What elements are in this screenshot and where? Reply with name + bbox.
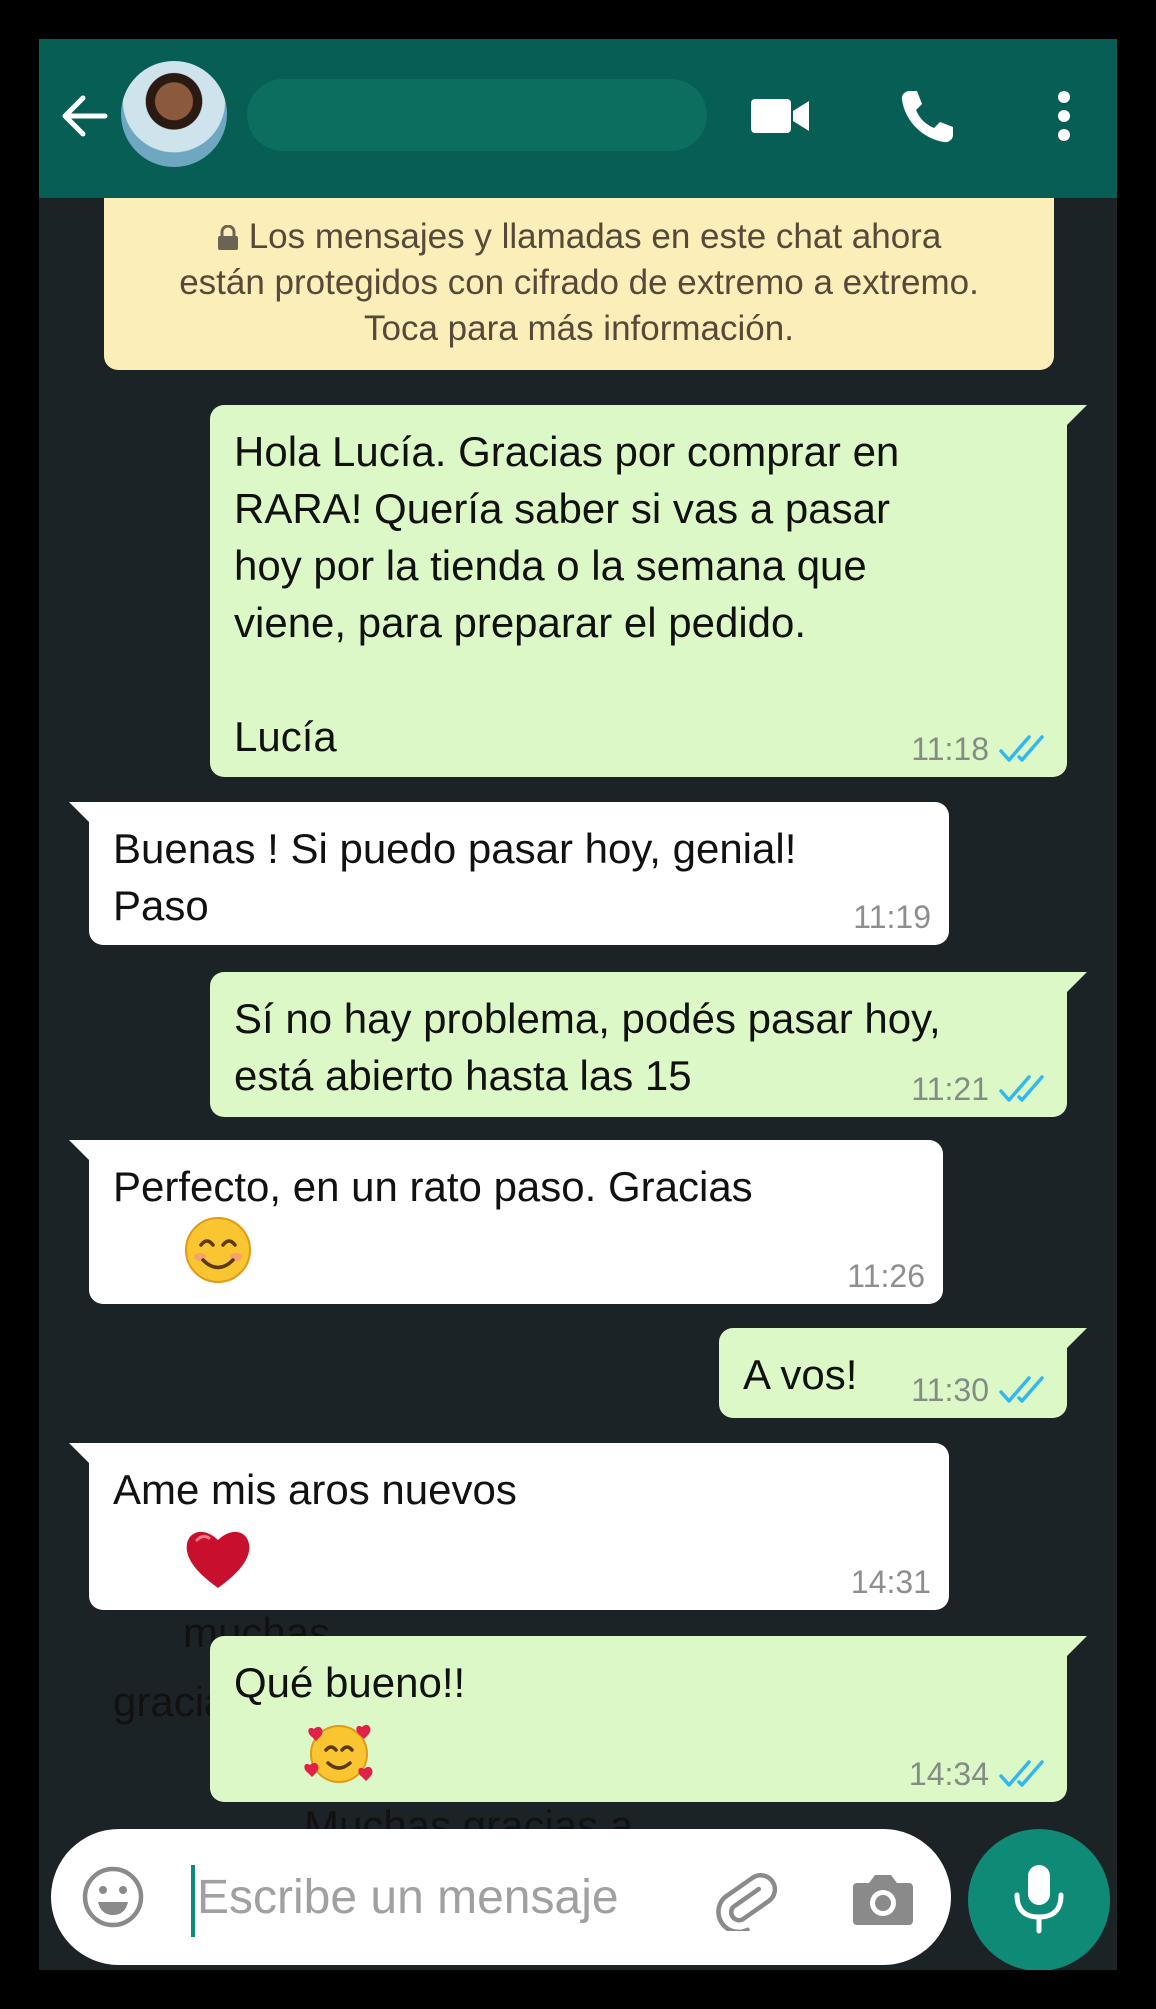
emoji-icon[interactable] (81, 1865, 145, 1929)
message-outgoing[interactable]: Sí no hay problema, podés pasar hoy, est… (210, 972, 1087, 1117)
avatar[interactable] (121, 61, 227, 167)
message-text: Buenas ! Si puedo pasar hoy, genial! Pas… (113, 825, 797, 929)
message-composer (51, 1829, 951, 1965)
voice-record-button[interactable] (968, 1829, 1110, 1970)
lock-icon (217, 225, 238, 250)
double-check-read-icon (999, 1376, 1044, 1403)
mic-icon (1014, 1865, 1064, 1934)
encryption-line-1: Los mensajes y llamadas en este chat aho… (248, 217, 942, 256)
camera-icon[interactable] (851, 1867, 915, 1929)
message-incoming[interactable]: Perfecto, en un rato paso. Gracias 11:26 (69, 1140, 943, 1304)
more-vertical-icon[interactable] (1044, 85, 1084, 147)
video-camera-icon[interactable] (749, 85, 811, 147)
chat-header (39, 39, 1117, 198)
message-time: 14:34 (908, 1756, 989, 1792)
message-time: 11:26 (847, 1258, 925, 1294)
message-text: Hola Lucía. Gracias por comprar en RARA!… (234, 428, 900, 760)
contact-name[interactable] (247, 79, 707, 151)
message-text: Qué bueno!! (234, 1659, 466, 1706)
phone-icon[interactable] (897, 85, 959, 147)
chat-screen: Los mensajes y llamadas en este chat aho… (39, 39, 1117, 1970)
message-incoming[interactable]: Buenas ! Si puedo pasar hoy, genial! Pas… (69, 802, 949, 945)
message-time: 11:30 (911, 1372, 989, 1408)
attach-icon[interactable] (713, 1865, 779, 1931)
smiling-face-icon (185, 1217, 252, 1283)
red-heart-icon (186, 1531, 250, 1588)
double-check-read-icon (999, 1760, 1044, 1787)
message-time: 11:19 (853, 899, 931, 935)
message-outgoing[interactable]: Qué bueno!! Muchas gracias a vos 14:34 (210, 1636, 1087, 1918)
message-outgoing[interactable]: A vos! 11:30 (719, 1328, 1087, 1418)
message-input[interactable] (197, 1857, 617, 1937)
encryption-line-3: Toca para más información. (364, 309, 794, 348)
smiling-face-with-hearts-icon (304, 1724, 373, 1783)
double-check-read-icon (999, 1075, 1044, 1102)
message-incoming[interactable]: Ame mis aros nuevos muchas gracias! 14:3… (69, 1443, 949, 1725)
message-outgoing[interactable]: Hola Lucía. Gracias por comprar en RARA!… (210, 405, 1087, 777)
double-check-read-icon (999, 735, 1044, 762)
back-arrow-icon[interactable] (57, 89, 111, 143)
encryption-line-2: están protegidos con cifrado de extremo … (179, 263, 979, 302)
encryption-notice[interactable]: Los mensajes y llamadas en este chat aho… (104, 198, 1054, 370)
message-time: 11:21 (911, 1071, 989, 1107)
message-time: 14:31 (850, 1564, 931, 1600)
message-text: Ame mis aros nuevos (113, 1466, 517, 1513)
text-cursor (191, 1865, 195, 1937)
message-time: 11:18 (911, 731, 989, 767)
message-text: Perfecto, en un rato paso. Gracias (113, 1163, 753, 1210)
